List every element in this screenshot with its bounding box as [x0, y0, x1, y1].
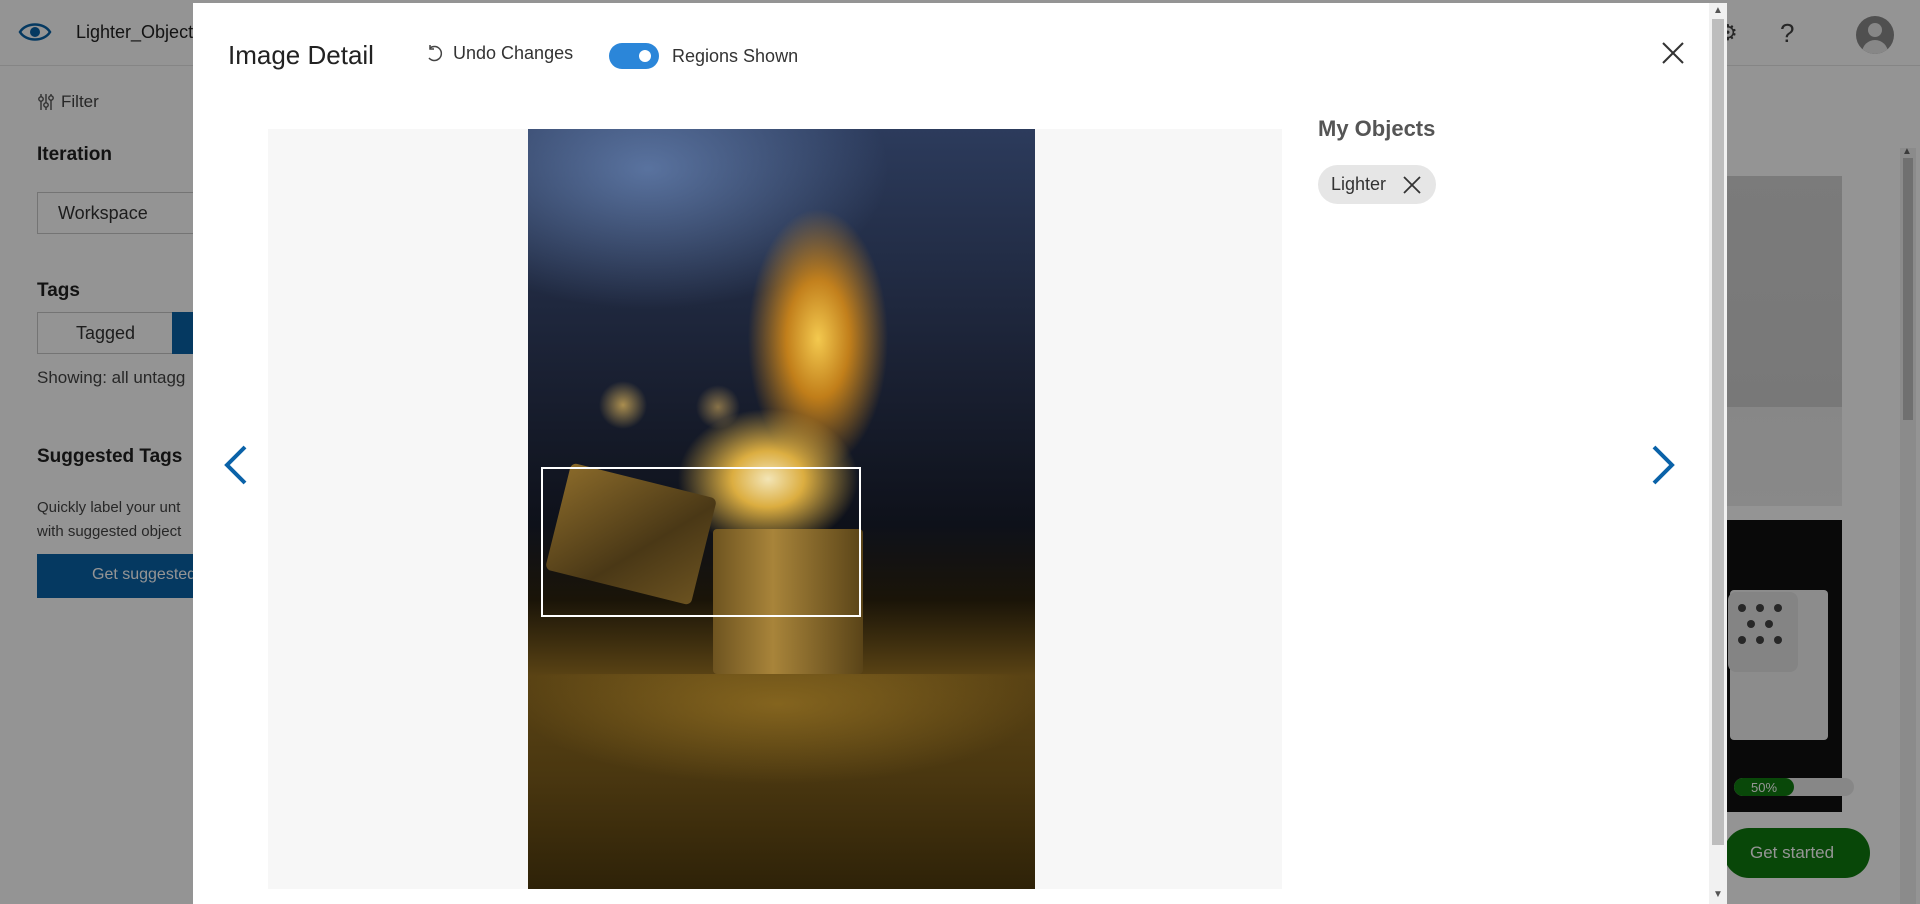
dialog-title: Image Detail: [228, 40, 374, 70]
chevron-left-icon[interactable]: [221, 443, 251, 487]
toggle-knob: [639, 50, 651, 62]
undo-changes-button[interactable]: Undo Changes: [425, 43, 573, 64]
object-tag-label: Lighter: [1331, 174, 1387, 194]
object-tag-chip[interactable]: Lighter: [1318, 165, 1437, 204]
close-icon[interactable]: [1659, 39, 1687, 67]
object-region-box[interactable]: [541, 467, 861, 617]
image-detail-dialog: Image Detail Undo Changes Regions Shown …: [193, 3, 1727, 904]
undo-label: Undo Changes: [453, 43, 574, 63]
remove-tag-icon[interactable]: [1402, 175, 1422, 195]
undo-icon: [428, 44, 443, 61]
scroll-up-arrow[interactable]: ▲: [1713, 5, 1723, 16]
my-objects-heading: My Objects: [1318, 116, 1436, 141]
dialog-scroll-thumb[interactable]: [1712, 19, 1724, 845]
regions-toggle-label: Regions Shown: [672, 46, 799, 66]
chevron-right-icon[interactable]: [1648, 443, 1678, 487]
dialog-scrollbar[interactable]: ▲ ▼: [1709, 3, 1727, 904]
image-canvas: [268, 129, 1282, 889]
scroll-down-arrow[interactable]: ▼: [1713, 889, 1723, 900]
regions-toggle[interactable]: [609, 43, 659, 69]
photo-ground: [528, 674, 1035, 889]
